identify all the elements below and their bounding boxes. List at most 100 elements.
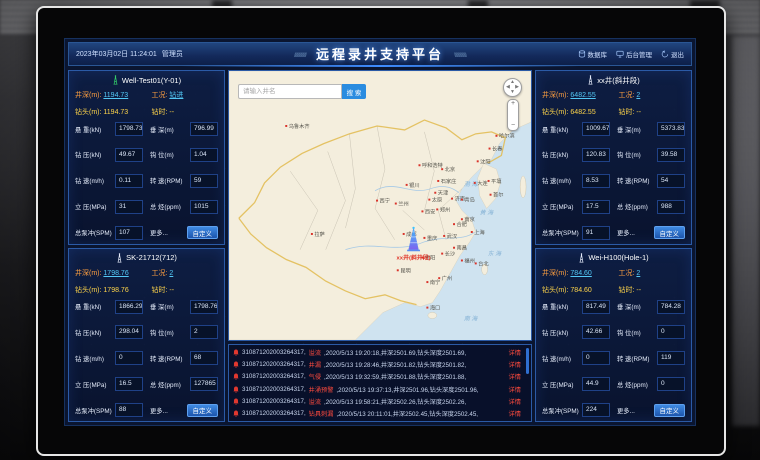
city-label: 北京 (445, 165, 455, 173)
param-value-box: 42.66 (582, 325, 610, 339)
database-button[interactable]: 数据库 (578, 49, 608, 59)
logout-button[interactable]: 退出 (661, 49, 684, 59)
china-map[interactable]: 渤 海黄 海东 海南 海 乌鲁木齐拉萨西宁兰州银川呼和浩特北京天津石家庄太原济南… (228, 70, 532, 341)
title-deco-right: \\\\\\\\\\\\\\\\\\ (454, 53, 466, 59)
param-label: 垂 深(m) (150, 125, 187, 134)
city-label: 乌鲁木齐 (289, 122, 311, 130)
param-label: 钻 压(kN) (542, 150, 579, 159)
drill-time-label: 钻时: (151, 287, 167, 294)
alarm-detail-link[interactable]: 详情 (509, 409, 521, 418)
well-search-input[interactable] (238, 84, 342, 99)
param-label: 总泵冲(SPM) (542, 406, 579, 415)
city-dot (441, 168, 443, 170)
param-value-box: 2 (190, 325, 218, 339)
alarm-bell-icon (233, 410, 239, 417)
param-label: 转 速(RPM) (617, 176, 654, 185)
city-dot (403, 233, 405, 235)
well-panel-title: xx井(斜井段) (542, 74, 685, 86)
city-label: 首尔 (493, 191, 503, 199)
param-row: 悬 重(kN)1009.67 垂 深(m)5373.83 (542, 122, 685, 136)
param-row: 立 压(MPa)17.5 总 烃(ppm)988 (542, 200, 685, 214)
alarm-id: 310871202003264317, (242, 373, 306, 380)
well-panel: SK-21712(712) 井深(m): 1798.76 工况: 2 钻头(m)… (68, 248, 225, 423)
city-label: 武汉 (447, 232, 458, 240)
zoom-in-button[interactable]: + (511, 100, 515, 108)
pan-down-icon[interactable]: ▼ (510, 90, 515, 95)
scrollbar-thumb[interactable] (526, 348, 529, 374)
customize-button[interactable]: 自定义 (187, 226, 219, 239)
search-button[interactable]: 搜 索 (342, 84, 366, 99)
sea-label: 东 海 (488, 251, 503, 258)
more-link[interactable]: 更多... (617, 228, 635, 237)
customize-button[interactable]: 自定义 (654, 226, 686, 239)
city-label: 呼和浩特 (422, 161, 443, 169)
bit-depth-label: 钻头(m): (75, 287, 101, 294)
pan-left-icon[interactable]: ◀ (506, 85, 510, 90)
city-dot (421, 210, 423, 212)
map-pan-control[interactable]: ▲ ▼ ◀ ▶ (503, 78, 522, 97)
param-value-box: 224 (582, 403, 610, 417)
city-label: 天津 (438, 190, 448, 197)
left-well-column: Well-Test01(Y-01) 井深(m): 1194.73 工况: 钻进 … (68, 70, 225, 422)
panel-footer: 总泵冲(SPM)107 更多...自定义 (75, 226, 218, 240)
param-label: 立 压(MPa) (542, 380, 579, 389)
header-actions: 数据库后台管理退出 (578, 49, 685, 59)
param-label: 钩 位(m) (150, 328, 187, 337)
param-value-box: 16.5 (115, 377, 143, 391)
alarm-detail-link[interactable]: 详情 (509, 397, 521, 406)
main-area: Well-Test01(Y-01) 井深(m): 1194.73 工况: 钻进 … (68, 70, 692, 422)
derrick-icon (587, 75, 594, 85)
city-label: 南京 (464, 215, 474, 223)
city-dot (441, 253, 443, 255)
alarm-detail: ,2020/5/13 19:37:13,井深2501.96,钻头深度2501.9… (336, 385, 478, 394)
param-label: 钩 位(m) (617, 328, 654, 337)
param-value-box: 988 (657, 200, 685, 214)
param-value-box: 5373.83 (657, 122, 685, 136)
map-zoom-control[interactable]: + − (507, 99, 519, 131)
customize-button[interactable]: 自定义 (187, 404, 219, 417)
admin-button[interactable]: 后台管理 (616, 49, 652, 59)
well-summary: 井深(m): 6482.55 工况: 2 钻头(m): 6482.55 钻时: … (542, 90, 685, 117)
city-label: 长沙 (445, 250, 455, 258)
city-dot (285, 125, 287, 127)
city-label: 南昌 (456, 244, 466, 252)
well-summary: 井深(m): 1194.73 工况: 钻进 钻头(m): 1194.73 钻时:… (75, 90, 218, 117)
more-link[interactable]: 更多... (150, 406, 168, 415)
well-panel: Wei-H100(Hole-1) 井深(m): 784.60 工况: 2 钻头(… (535, 248, 692, 423)
drill-time-value: -- (169, 109, 174, 116)
param-value-box: 68 (190, 351, 218, 365)
condition-label: 工况: (618, 92, 634, 99)
condition-label: 工况: (151, 92, 167, 99)
city-dot (477, 160, 479, 162)
more-link[interactable]: 更多... (150, 228, 168, 237)
param-label: 转 速(RPM) (150, 176, 187, 185)
alarm-detail-link[interactable]: 详情 (509, 372, 521, 381)
alarm-type: 气侵 (309, 372, 321, 381)
marker-well-label: xx井(斜井段) (396, 254, 430, 262)
well-name: SK-21712(712) (126, 253, 177, 262)
alarm-detail: ,2020/5/13 19:20:18,井深2501.69,钻头深度2501.6… (324, 348, 466, 357)
alarm-detail-link[interactable]: 详情 (509, 348, 521, 357)
zoom-out-button[interactable]: − (511, 122, 515, 130)
customize-button[interactable]: 自定义 (654, 404, 686, 417)
derrick-base (407, 250, 420, 252)
city-label: 石家庄 (441, 177, 457, 185)
city-label: 昆明 (400, 267, 410, 274)
city-dot (311, 233, 313, 235)
well-summary: 井深(m): 784.60 工况: 2 钻头(m): 784.60 钻时: -- (542, 268, 685, 295)
derrick-icon (116, 253, 123, 263)
alarm-type: 溢流 (309, 397, 321, 406)
param-label: 总 烃(ppm) (150, 202, 187, 211)
city-dot (437, 180, 439, 182)
more-link[interactable]: 更多... (617, 406, 635, 415)
current-user: 管理员 (162, 51, 183, 58)
alarm-detail-link[interactable]: 详情 (509, 360, 521, 369)
param-value-box: 0.11 (115, 174, 143, 188)
alarm-bell-icon (233, 373, 239, 380)
param-label: 悬 重(kN) (75, 302, 112, 311)
city-label: 青岛 (464, 196, 474, 204)
pan-right-icon[interactable]: ▶ (515, 85, 519, 90)
bit-depth-value: 6482.55 (570, 109, 595, 116)
alarm-detail-link[interactable]: 详情 (509, 385, 521, 394)
city-label: 西宁 (380, 197, 390, 205)
